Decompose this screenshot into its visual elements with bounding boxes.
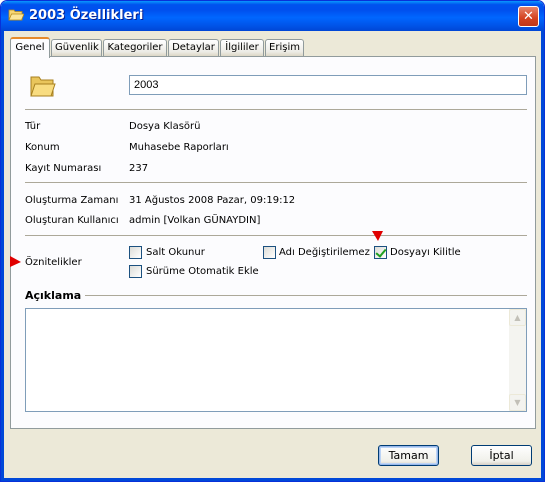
tab-guvenlik[interactable]: Güvenlik [51,39,102,57]
tab-erisim[interactable]: Erişim [265,39,304,57]
folder-icon [30,76,56,97]
window-title: 2003 Özellikleri [29,8,144,23]
window-frame-left [1,31,4,481]
attributes-label: Öznitelikler [25,257,82,268]
type-label: Tür [25,121,41,132]
scroll-down-icon[interactable]: ▼ [509,394,526,411]
description-scrollbar[interactable]: ▲ ▼ [509,309,526,411]
description-group-title: Açıklama [25,289,86,302]
tab-kategoriler[interactable]: Kategoriler [103,39,167,57]
location-label: Konum [25,142,60,153]
auto-version-checkbox[interactable] [129,265,142,278]
location-value: Muhasebe Raporları [129,142,229,153]
window-frame-bottom [1,478,544,481]
properties-dialog: 2003 Özellikleri ✕ Genel Güvenlik Katego… [0,0,545,482]
type-value: Dosya Klasörü [129,121,201,132]
divider [25,182,527,183]
cancel-button[interactable]: İptal [471,445,532,466]
divider [25,109,527,110]
read-only-checkbox[interactable] [129,246,142,259]
record-number-label: Kayıt Numarası [25,163,102,174]
created-time-label: Oluşturma Zamanı [25,195,119,206]
description-textarea[interactable]: ▲ ▼ [25,308,527,412]
rename-locked-label[interactable]: Adı Değiştirilemez [279,247,370,258]
record-number-value: 237 [129,163,149,174]
annotation-arrow-right [10,256,21,267]
title-bar[interactable]: 2003 Özellikleri ✕ [1,1,544,31]
scroll-up-icon[interactable]: ▲ [509,309,526,326]
created-by-label: Oluşturan Kullanıcı [25,215,119,226]
created-time-value: 31 Ağustos 2008 Pazar, 09:19:12 [129,195,296,206]
lock-file-checkbox[interactable] [374,246,387,259]
tab-genel[interactable]: Genel [10,37,50,58]
read-only-label[interactable]: Salt Okunur [146,247,205,258]
auto-version-label[interactable]: Sürüme Otomatik Ekle [146,266,259,277]
folder-open-icon [8,9,24,21]
name-field[interactable] [129,75,527,95]
lock-file-label[interactable]: Dosyayı Kilitle [390,247,461,258]
created-by-value: admin [Volkan GÜNAYDIN] [129,215,261,226]
annotation-arrow-down [372,231,383,241]
divider [25,235,527,236]
tab-detaylar[interactable]: Detaylar [168,39,219,57]
ok-button[interactable]: Tamam [378,445,439,466]
window-frame-right [541,31,544,481]
tab-ilgililer[interactable]: İlgililer [220,39,264,57]
general-tab-panel: Tür Dosya Klasörü Konum Muhasebe Raporla… [10,56,536,429]
group-divider [25,295,527,296]
rename-locked-checkbox[interactable] [263,246,276,259]
close-button[interactable]: ✕ [518,6,539,27]
